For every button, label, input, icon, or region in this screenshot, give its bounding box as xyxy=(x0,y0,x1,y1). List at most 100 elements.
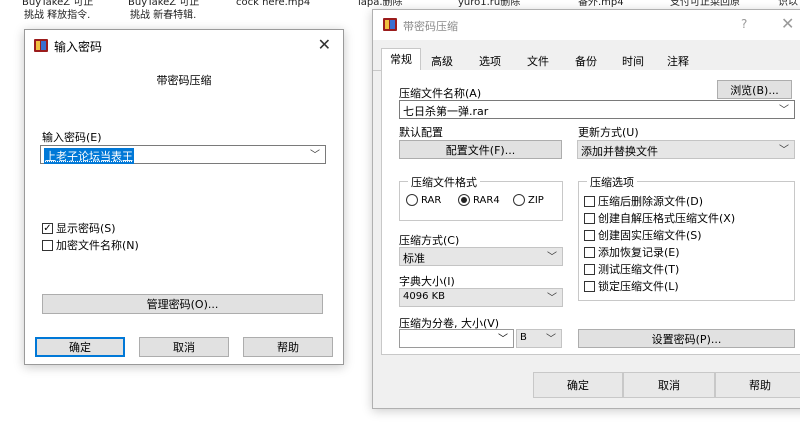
option-solid-checkbox[interactable]: 创建固实压缩文件(S) xyxy=(584,227,702,243)
option-sfx-checkbox[interactable]: 创建自解压格式压缩文件(X) xyxy=(584,210,735,226)
option-delete-after-checkbox[interactable]: 压缩后删除源文件(D) xyxy=(584,193,703,209)
chevron-down-icon[interactable]: ﹀ xyxy=(547,289,557,304)
desktop-file-4-line1: lapa.删除 xyxy=(358,0,403,8)
split-volume-unit-value: B xyxy=(520,332,527,343)
desktop-file-6[interactable]: 番外.mp4 xyxy=(578,0,624,9)
compression-method-select[interactable]: 标准 ﹀ xyxy=(399,247,563,266)
chevron-down-icon[interactable]: ﹀ xyxy=(779,101,789,116)
option-lock-label: 锁定压缩文件(L) xyxy=(598,280,679,293)
desktop-file-5[interactable]: yuro1.ru删除 xyxy=(458,0,520,9)
desktop-file-7-line1: 支付可正菜回原 xyxy=(670,0,740,8)
checkbox-unchecked-icon xyxy=(584,212,595,224)
close-icon[interactable]: ✕ xyxy=(781,14,794,33)
format-zip-label: ZIP xyxy=(528,194,544,206)
password-input-value: 上老子论坛当表王 xyxy=(44,148,134,164)
winrar-app-icon xyxy=(383,18,397,31)
desktop-file-4[interactable]: lapa.删除 xyxy=(358,0,403,9)
option-delete-after-label: 压缩后删除源文件(D) xyxy=(598,195,704,208)
archive-name-value: 七日杀第一弹.rar xyxy=(403,105,489,118)
desktop-file-2-line1: BuyTakeZ 可正 xyxy=(128,0,200,8)
chevron-down-icon[interactable]: ﹀ xyxy=(547,248,557,263)
format-rar-radio[interactable]: RAR xyxy=(406,194,441,206)
option-test-checkbox[interactable]: 测试压缩文件(T) xyxy=(584,261,679,277)
format-rar4-radio[interactable]: RAR4 xyxy=(458,194,500,206)
desktop-file-5-line1: yuro1.ru删除 xyxy=(458,0,521,8)
show-password-checkbox[interactable]: ✓ 显示密码(S) xyxy=(42,220,116,236)
checkbox-unchecked-icon xyxy=(584,195,595,207)
desktop-file-1[interactable]: BuyTakeZ 可正 挑战 释放指令. xyxy=(22,0,93,22)
cancel-button[interactable]: 取消 xyxy=(623,372,715,398)
password-input[interactable]: 上老子论坛当表王 ﹀ xyxy=(40,145,326,164)
format-group-label: 压缩文件格式 xyxy=(408,174,480,190)
format-groupbox: 压缩文件格式 RAR RAR4 ZIP xyxy=(399,174,563,221)
update-mode-label: 更新方式(U) xyxy=(578,126,639,139)
desktop-file-2-line2: 挑战 新春特辑. xyxy=(130,10,197,21)
update-mode-select[interactable]: 添加并替换文件 ﹀ xyxy=(577,140,795,159)
checkbox-checked-icon: ✓ xyxy=(42,222,53,234)
desktop-file-3-line1: cock here.mp4 xyxy=(236,0,311,8)
compression-method-value: 标准 xyxy=(403,252,425,265)
chevron-down-icon[interactable]: ﹀ xyxy=(310,146,320,161)
general-tab-panel: 压缩文件名称(A) 浏览(B)... 七日杀第一弹.rar ﹀ 默认配置 配置文… xyxy=(381,70,800,355)
help-icon[interactable]: ? xyxy=(741,17,747,31)
desktop-file-8[interactable]: 识以 xyxy=(778,0,798,9)
cancel-button[interactable]: 取消 xyxy=(139,337,229,357)
split-volume-size-input[interactable]: ﹀ xyxy=(399,329,514,348)
ok-button[interactable]: 确定 xyxy=(35,337,125,357)
help-button[interactable]: 帮助 xyxy=(715,372,800,398)
desktop-file-2[interactable]: BuyTakeZ 可正 挑战 新春特辑. xyxy=(128,0,199,22)
winrar-app-icon xyxy=(34,39,48,52)
tab-comment[interactable]: 注释 xyxy=(661,51,695,70)
encrypt-filenames-checkbox[interactable]: 加密文件名称(N) xyxy=(42,237,139,253)
archive-name-label: 压缩文件名称(A) xyxy=(399,87,482,100)
desktop-file-1-line1: BuyTakeZ 可正 xyxy=(22,0,94,8)
help-button[interactable]: 帮助 xyxy=(243,337,333,357)
option-solid-label: 创建固实压缩文件(S) xyxy=(598,229,702,242)
option-test-label: 测试压缩文件(T) xyxy=(598,263,680,276)
chevron-down-icon[interactable]: ﹀ xyxy=(546,330,556,345)
option-lock-checkbox[interactable]: 锁定压缩文件(L) xyxy=(584,278,679,294)
chevron-down-icon[interactable]: ﹀ xyxy=(498,330,508,345)
checkbox-unchecked-icon xyxy=(584,229,595,241)
profiles-button[interactable]: 配置文件(F)... xyxy=(399,140,562,159)
dictionary-size-select[interactable]: 4096 KB ﹀ xyxy=(399,288,563,307)
option-recovery-record-checkbox[interactable]: 添加恢复记录(E) xyxy=(584,244,680,260)
desktop-file-6-line1: 番外.mp4 xyxy=(578,0,624,8)
dictionary-size-value: 4096 KB xyxy=(403,291,446,302)
manage-passwords-button[interactable]: 管理密码(O)... xyxy=(42,294,323,314)
desktop-file-1-line2: 挑战 释放指令. xyxy=(24,10,91,21)
password-dialog-titlebar[interactable]: 输入密码 ✕ xyxy=(25,30,343,60)
split-volume-unit-select[interactable]: B ﹀ xyxy=(516,329,562,348)
compression-method-label: 压缩方式(C) xyxy=(399,234,460,247)
ok-button[interactable]: 确定 xyxy=(533,372,623,398)
close-icon[interactable]: ✕ xyxy=(318,35,331,54)
set-password-button[interactable]: 设置密码(P)... xyxy=(578,329,795,348)
tab-time[interactable]: 时间 xyxy=(616,51,650,70)
options-groupbox: 压缩选项 压缩后删除源文件(D) 创建自解压格式压缩文件(X) 创建固实压缩文件… xyxy=(578,174,795,301)
desktop-file-7[interactable]: 支付可正菜回原 xyxy=(670,0,740,9)
tab-bar: 常规 高级 选项 文件 备份 时间 注释 xyxy=(373,48,800,71)
archive-dialog-titlebar[interactable]: 带密码压缩 ? ✕ xyxy=(373,10,800,40)
tab-files[interactable]: 文件 xyxy=(521,51,555,70)
password-dialog: 输入密码 ✕ 带密码压缩 输入密码(E) 上老子论坛当表王 ﹀ ✓ 显示密码(S… xyxy=(24,29,344,365)
archive-name-input[interactable]: 七日杀第一弹.rar ﹀ xyxy=(399,100,795,119)
checkbox-unchecked-icon xyxy=(584,263,595,275)
tab-backup[interactable]: 备份 xyxy=(569,51,603,70)
desktop-file-3[interactable]: cock here.mp4 xyxy=(236,0,310,9)
password-dialog-title: 输入密码 xyxy=(54,40,103,54)
format-rar4-label: RAR4 xyxy=(473,194,500,206)
checkbox-unchecked-icon xyxy=(584,280,595,292)
default-profile-label: 默认配置 xyxy=(399,126,443,139)
tab-options[interactable]: 选项 xyxy=(473,51,507,70)
format-rar-label: RAR xyxy=(421,194,442,206)
dictionary-size-label: 字典大小(I) xyxy=(399,275,455,288)
checkbox-unchecked-icon xyxy=(584,246,595,258)
archive-dialog: 带密码压缩 ? ✕ 常规 高级 选项 文件 备份 时间 注释 压缩文件名称(A)… xyxy=(372,9,800,409)
tab-advanced[interactable]: 高级 xyxy=(425,51,459,70)
tab-general[interactable]: 常规 xyxy=(381,48,421,71)
password-dialog-heading: 带密码压缩 xyxy=(156,74,212,87)
browse-button[interactable]: 浏览(B)... xyxy=(717,80,792,99)
format-zip-radio[interactable]: ZIP xyxy=(513,194,544,206)
checkbox-unchecked-icon xyxy=(42,239,53,251)
chevron-down-icon[interactable]: ﹀ xyxy=(779,141,789,156)
